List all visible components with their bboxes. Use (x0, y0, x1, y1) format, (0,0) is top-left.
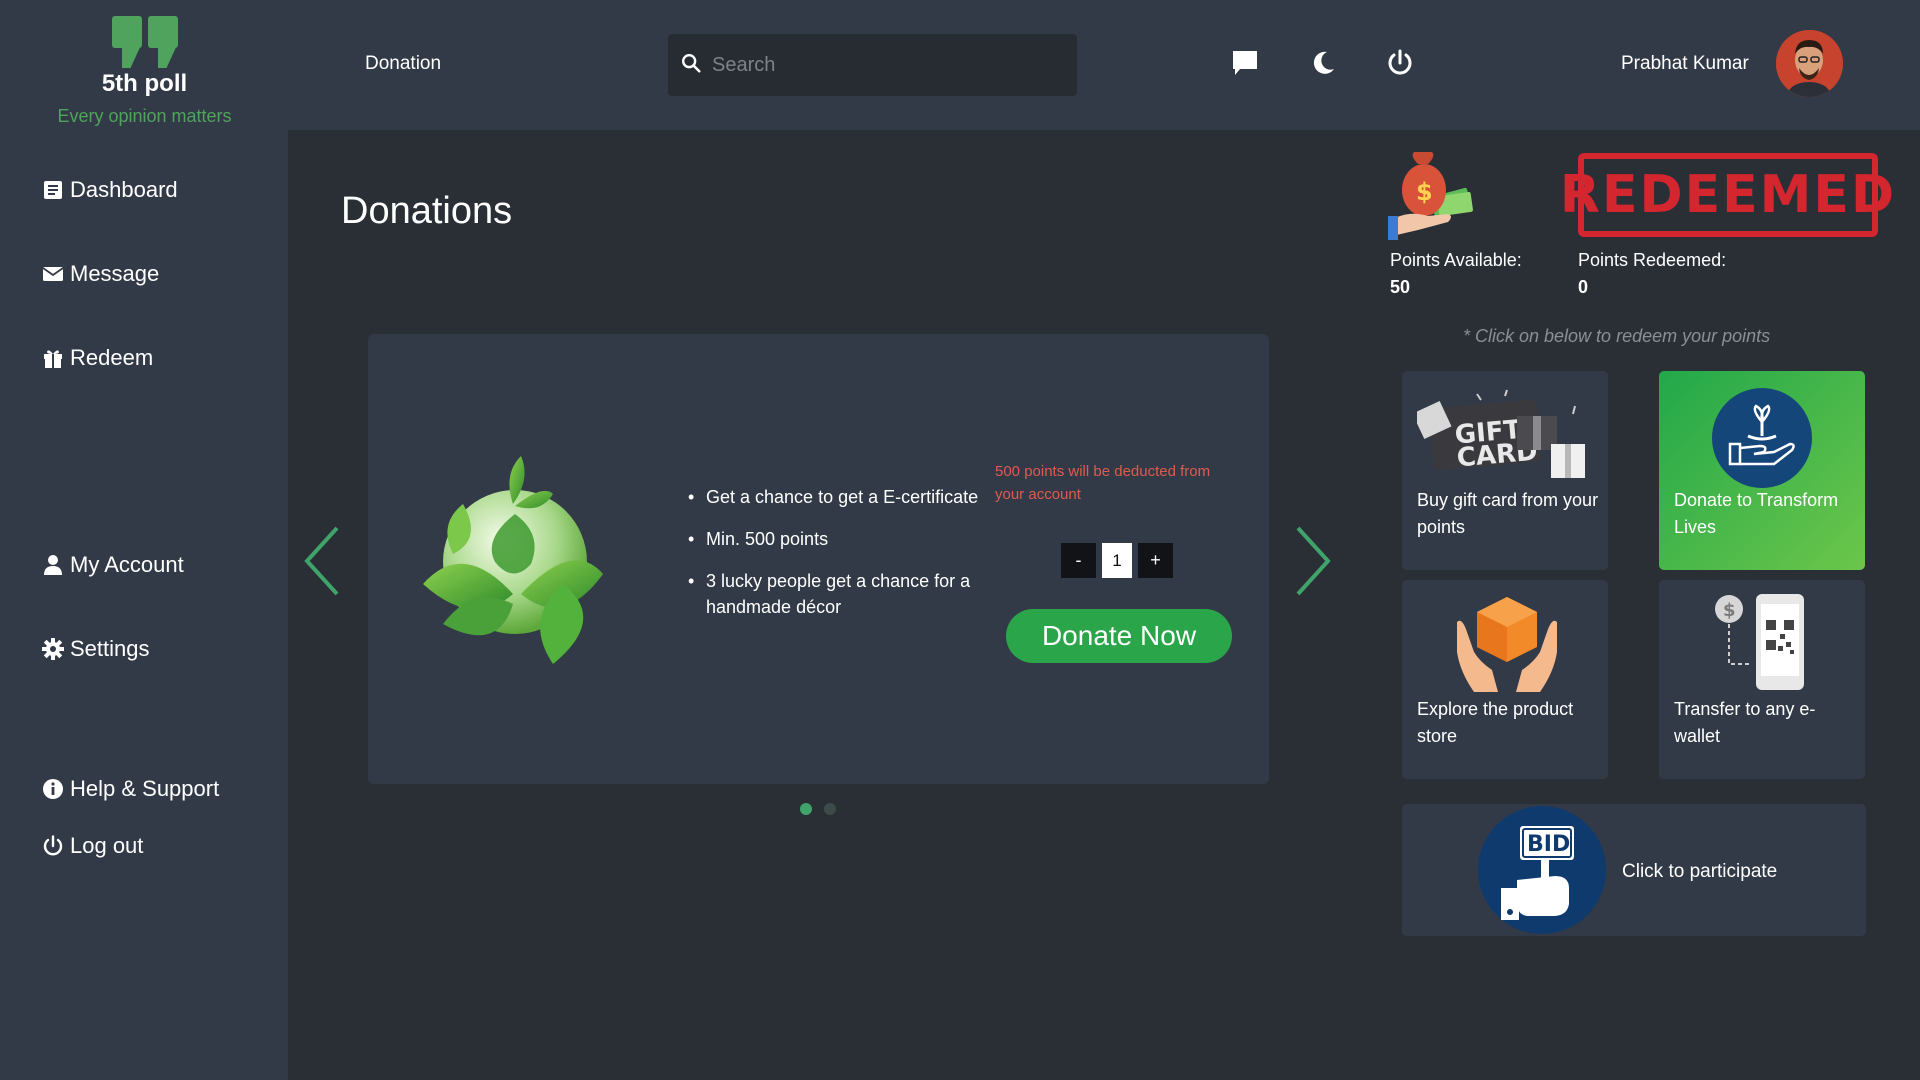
sidebar-item-label: Redeem (70, 345, 154, 370)
brand-tagline: Every opinion matters (57, 106, 232, 126)
carousel-next-button[interactable] (1290, 524, 1334, 598)
option-label: Explore the product store (1417, 699, 1574, 746)
quantity-value[interactable]: 1 (1102, 543, 1132, 578)
carousel-dot-1[interactable] (800, 803, 812, 815)
sidebar-item-my-account[interactable]: My Account (42, 552, 184, 578)
quantity-stepper: - 1 + (1061, 543, 1173, 578)
info-icon (43, 779, 63, 799)
quote-mark-icon (42, 16, 247, 68)
brand-logo[interactable]: 5th poll Every opinion matters (42, 16, 247, 127)
avatar[interactable] (1776, 30, 1843, 97)
quantity-decrement-button[interactable]: - (1061, 543, 1096, 578)
money-bag-hand-icon: $ (1388, 150, 1478, 245)
chat-icon[interactable] (1228, 46, 1262, 80)
bid-participate-card[interactable]: BID Click to participate (1402, 804, 1866, 936)
top-bar: 5th poll Every opinion matters Donation … (0, 0, 1920, 130)
redeemed-stamp: REDEEMED (1560, 153, 1894, 237)
page-title: Donations (341, 190, 513, 232)
power-icon (43, 835, 63, 856)
points-redeemed-value: 0 (1578, 277, 1589, 297)
envelope-icon (42, 267, 64, 281)
option-label: Donate to Transform Lives (1674, 490, 1839, 537)
sidebar-item-log-out[interactable]: Log out (42, 833, 143, 859)
sidebar-item-label: Message (70, 261, 160, 286)
search-input[interactable] (712, 53, 1052, 77)
list-item: 3 lucky people get a chance for a handma… (688, 568, 1006, 620)
page-label: Donation (365, 53, 442, 74)
list-item: Get a chance to get a E-certificate (688, 484, 1006, 510)
points-available-value: 50 (1390, 277, 1411, 297)
donate-now-button[interactable]: Donate Now (1006, 609, 1232, 663)
donate-hand-icon (1712, 388, 1812, 493)
gear-icon (42, 638, 64, 660)
svg-text:$: $ (1416, 178, 1433, 206)
svg-text:$: $ (1723, 600, 1736, 621)
bid-hand-icon: BID (1477, 804, 1607, 941)
eco-globe-leaves-icon (403, 444, 623, 679)
deduction-note: 500 points will be deducted from your ac… (995, 463, 1211, 503)
phone-qr-icon: $ (1714, 594, 1814, 699)
sidebar-item-dashboard[interactable]: Dashboard (42, 177, 178, 203)
sidebar: Dashboard Message Redeem My Account Sett… (0, 130, 288, 1080)
list-item: Min. 500 points (688, 526, 1006, 552)
sidebar-item-label: Log out (70, 833, 144, 858)
stamp-text: REDEEMED (1559, 165, 1897, 225)
sidebar-item-label: Dashboard (70, 177, 178, 202)
brand-name: 5th poll (101, 70, 188, 97)
gift-icon (44, 350, 62, 368)
carousel-prev-button[interactable] (301, 524, 345, 598)
gift-card-option[interactable]: GIFT CARD Buy gift card from your points (1402, 371, 1608, 570)
moon-icon[interactable] (1306, 46, 1340, 80)
sidebar-item-redeem[interactable]: Redeem (42, 345, 153, 371)
sidebar-item-label: Settings (70, 636, 150, 661)
points-redeemed-label: Points Redeemed: (1578, 250, 1727, 270)
donate-option[interactable]: Donate to Transform Lives (1659, 371, 1865, 570)
option-label: Transfer to any e-wallet (1674, 699, 1816, 746)
slide-feature-list: Get a chance to get a E-certificate Min.… (688, 484, 1006, 636)
user-icon (44, 555, 62, 575)
option-label: Buy gift card from your points (1417, 490, 1599, 537)
gift-card-icon: GIFT CARD (1412, 386, 1597, 491)
points-available-label: Points Available: (1390, 250, 1522, 270)
carousel-dot-2[interactable] (824, 803, 836, 815)
bid-label: Click to participate (1622, 861, 1778, 882)
carousel-indicators (800, 803, 836, 815)
search-bar[interactable] (668, 34, 1077, 96)
redeem-hint: * Click on below to redeem your points (1463, 326, 1771, 346)
sidebar-item-help-support[interactable]: Help & Support (42, 776, 219, 802)
bid-icon-text: BID (1527, 832, 1570, 857)
e-wallet-option[interactable]: $ Transfer to any e-wallet (1659, 580, 1865, 779)
chevron-right-icon (1296, 526, 1331, 596)
box-hands-icon (1452, 592, 1562, 697)
sidebar-item-settings[interactable]: Settings (42, 636, 150, 662)
quantity-increment-button[interactable]: + (1138, 543, 1173, 578)
sidebar-item-message[interactable]: Message (42, 261, 159, 287)
list-icon (44, 181, 62, 199)
sidebar-item-label: Help & Support (70, 776, 220, 801)
power-icon[interactable] (1383, 46, 1417, 80)
chevron-left-icon (304, 526, 339, 596)
sidebar-item-label: My Account (70, 552, 184, 577)
search-icon (680, 52, 702, 79)
user-name[interactable]: Prabhat Kumar (1621, 53, 1749, 75)
product-store-option[interactable]: Explore the product store (1402, 580, 1608, 779)
